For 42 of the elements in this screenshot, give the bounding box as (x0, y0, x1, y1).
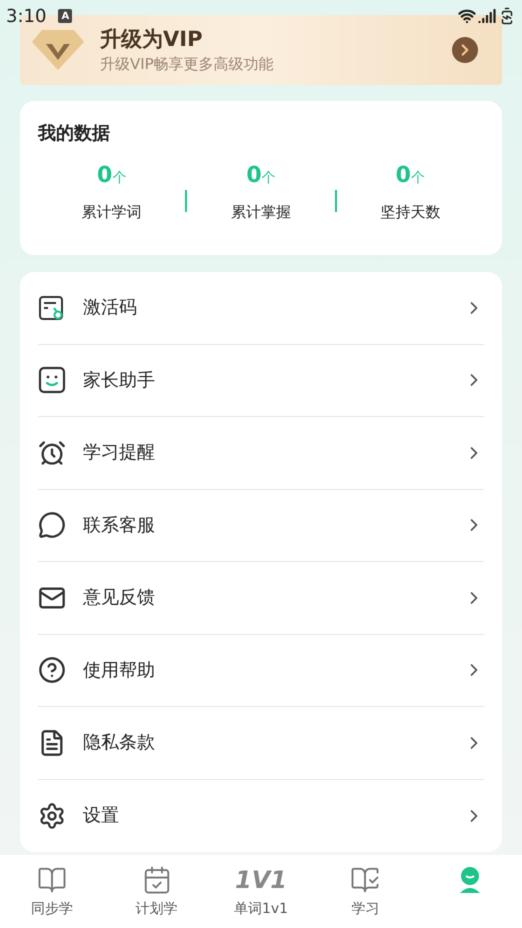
menu-label: 激活码 (83, 296, 138, 320)
menu-item[interactable]: 激活码 (38, 272, 484, 344)
menu-item[interactable]: 学习提醒 (38, 417, 484, 490)
menu-label: 家长助手 (83, 368, 156, 393)
menu-label: 隐私条款 (83, 731, 156, 756)
ticket-icon (38, 294, 66, 322)
menu-item[interactable]: 意见反馈 (38, 562, 484, 634)
menu-label: 使用帮助 (83, 658, 156, 683)
stat-label: 坚持天数 (380, 202, 440, 223)
diamond-icon (32, 28, 84, 72)
vip-title: 升级为VIP (100, 26, 204, 53)
book-icon (37, 865, 68, 895)
notification-icon: A (58, 9, 72, 23)
smiley-icon (38, 366, 66, 394)
settings-icon (38, 802, 66, 830)
signal-icon (478, 7, 496, 25)
menu-item[interactable]: 家长助手 (38, 344, 484, 417)
tab[interactable]: 1V1 单词1v1 (208, 855, 314, 928)
tab[interactable]: 计划学 (104, 855, 209, 928)
menu-label: 意见反馈 (83, 586, 156, 610)
menu-item[interactable]: 隐私条款 (38, 707, 484, 780)
vip-subtitle: 升级VIP畅享更多高级功能 (100, 54, 275, 75)
alarm-clock-icon (38, 438, 66, 467)
menu-item[interactable]: 设置 (38, 780, 484, 852)
menu-label: 联系客服 (83, 514, 156, 538)
stat-value: 0个 (97, 162, 126, 190)
help-icon (38, 656, 66, 684)
stat-label: 累计学词 (82, 202, 142, 223)
stat-value: 0个 (246, 162, 276, 190)
menu-item[interactable]: 使用帮助 (38, 634, 484, 707)
tab[interactable]: 同步学 (0, 855, 104, 928)
card-title: 我的数据 (38, 122, 111, 146)
chat-bubble-icon (38, 511, 66, 540)
tab[interactable]: 学习 (313, 855, 418, 928)
one-v-one-icon: 1V1 (235, 865, 287, 895)
stat-value: 0个 (396, 162, 425, 190)
menu-item[interactable]: 联系客服 (38, 490, 484, 562)
menu-label: 设置 (83, 804, 120, 828)
stat-label: 累计掌握 (230, 202, 291, 223)
menu-label: 学习提醒 (83, 441, 156, 466)
video-book-icon (350, 865, 380, 895)
wifi-icon (458, 7, 476, 25)
